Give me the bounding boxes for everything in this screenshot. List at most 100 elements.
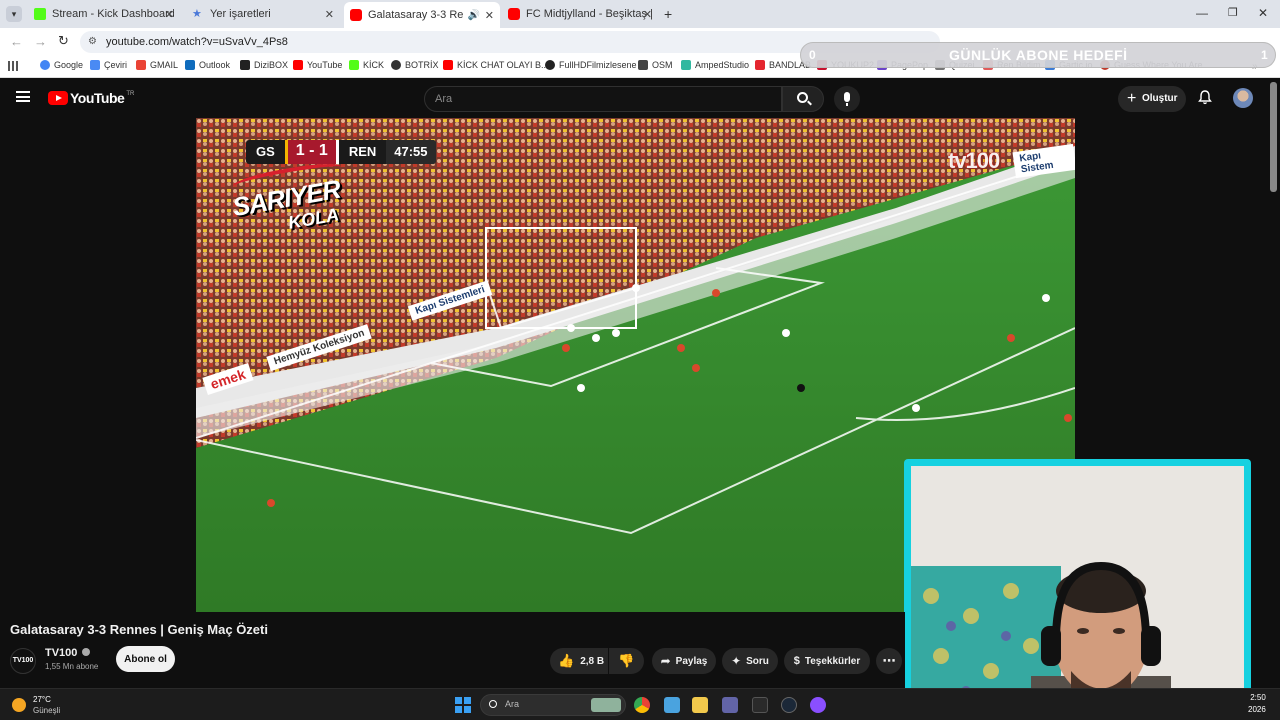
taskbar-search[interactable]: Ara [480,694,626,716]
youtube-icon [443,60,453,70]
thanks-button[interactable]: $ Teşekkürler [784,648,870,674]
site-info-icon[interactable]: ⚙ [88,31,97,53]
star-icon: ★ [192,8,202,20]
youtube-logo[interactable]: YouTube TR [48,90,134,106]
subscriber-goal-overlay: 0 GÜNLÜK ABONE HEDEFİ 1 [800,42,1276,68]
thanks-icon: $ [793,655,800,667]
amped-icon [681,60,691,70]
tab-kick-dashboard[interactable]: Stream - Kick Dashboard ✕ [28,3,180,25]
streamer-image [911,466,1244,710]
kick-icon [34,8,46,20]
scoreboard-home: GS [256,144,275,159]
create-button[interactable]: + Oluştur [1118,86,1186,112]
menu-icon[interactable] [16,91,30,102]
voice-search-button[interactable] [834,86,860,112]
video-info-section: Galatasaray 3-3 Rennes | Geniş Maç Özeti… [0,612,905,688]
bookmark-dizibox[interactable]: DiziBOX [240,60,288,70]
channel-name[interactable]: TV100 [45,647,91,659]
sparkle-icon: ✦ [731,654,742,668]
search-icon [489,700,497,708]
film-icon [545,60,555,70]
bookmark-google[interactable]: Google [40,60,83,70]
file-explorer-icon[interactable] [692,697,708,713]
speaker-icon[interactable]: 🔊 [468,10,480,21]
tab-bookmarks[interactable]: ★ Yer işaretleri ✕ [186,3,340,25]
tab-list-dropdown[interactable]: ▾ [6,6,22,22]
gmail-icon [136,60,146,70]
outlook-icon [185,60,195,70]
bookmark-ampedstudio[interactable]: AmpedStudio [681,60,749,70]
bookmark-gmail[interactable]: GMAIL [136,60,178,70]
translate-icon [90,60,100,70]
google-icon [40,60,50,70]
thumbs-down-icon: 👎 [618,653,635,668]
bookmark-fullhdfilm[interactable]: FullHDFilmizlesene [545,60,637,70]
kick-icon [349,60,359,70]
youtube-icon [508,8,520,20]
goal-current: 0 [809,48,816,62]
share-button[interactable]: ➦ Paylaş [652,648,716,674]
more-dots-icon: ⋯ [882,653,896,668]
search-input[interactable]: Ara [424,86,782,112]
epic-games-icon[interactable] [752,697,768,713]
chrome-icon[interactable] [634,697,650,713]
like-button[interactable]: 👍 2,8 B [550,648,608,674]
forward-icon[interactable]: → [34,34,47,49]
minimize-button[interactable]: — [1196,6,1208,20]
bookmark-kick-chat[interactable]: KİCK CHAT OLAYI B... [443,60,549,70]
youtube-icon [293,60,303,70]
start-button[interactable] [455,697,471,713]
more-actions-button[interactable]: ⋯ [876,648,902,674]
bookmark-kick[interactable]: KİCK [349,60,384,70]
botrix-icon [391,60,401,70]
clock[interactable]: 2:50 2026 [1248,693,1266,714]
close-tab-icon[interactable]: ✕ [643,8,652,21]
messenger-icon[interactable] [810,697,826,713]
share-icon: ➦ [660,654,671,668]
back-icon[interactable]: ← [10,34,23,49]
dislike-button[interactable]: 👎 [609,648,644,674]
search-button[interactable] [782,86,824,112]
steam-icon[interactable] [781,697,797,713]
bookmark-osm[interactable]: OSM [638,60,673,70]
notifications-bell-icon[interactable] [1198,90,1212,105]
goal-target: 1 [1261,48,1268,62]
video-title: Galatasaray 3-3 Rennes | Geniş Maç Özeti [10,622,268,637]
tab-galatasaray-video[interactable]: Galatasaray 3-3 Rennes | Ge 🔊 ✕ [344,2,500,28]
youtube-play-icon [48,91,68,105]
reload-icon[interactable]: ↻ [58,33,69,49]
goal-title: GÜNLÜK ABONE HEDEFİ [949,47,1128,63]
youtube-icon [350,9,362,21]
scrollbar[interactable] [1270,82,1277,192]
close-tab-icon[interactable]: ✕ [485,9,494,22]
close-tab-icon[interactable]: ✕ [165,8,174,21]
dizibox-icon [240,60,250,70]
browser-tab-bar: ▾ Stream - Kick Dashboard ✕ ★ Yer işaret… [0,0,1280,28]
bookmark-outlook[interactable]: Outlook [185,60,230,70]
apps-grid-icon[interactable] [8,61,18,71]
avatar[interactable] [1233,88,1253,108]
subscribe-button[interactable]: Abone ol [116,646,175,672]
youtube-header: YouTube TR Ara + Oluştur [0,78,1280,118]
search-highlight-icon [591,698,621,712]
photos-icon[interactable] [664,697,680,713]
teams-icon[interactable] [722,697,738,713]
webcam-feed [911,466,1244,710]
microphone-icon [844,92,850,102]
bandlab-icon [755,60,765,70]
bookmark-youtube[interactable]: YouTube [293,60,342,70]
windows-taskbar: 27°C Güneşli Ara 2:50 2026 [0,688,1280,720]
subscriber-count: 1,55 Mn abone [45,662,99,671]
bookmark-botrix[interactable]: BOTRİX [391,60,439,70]
ask-button[interactable]: ✦ Soru [722,648,778,674]
tv100-logo: tv100 [948,148,1000,173]
bookmark-ceviri[interactable]: Çeviri [90,60,127,70]
new-tab-button[interactable]: + [664,6,672,22]
sun-icon [12,698,26,712]
channel-avatar[interactable]: TV100 [10,648,36,674]
plus-icon: + [1127,90,1137,107]
close-window-button[interactable]: ✕ [1258,6,1268,20]
maximize-button[interactable]: ❐ [1228,6,1238,19]
tab-midtjylland-besiktas[interactable]: FC Midtjylland - Beşiktaş | UEFA ✕ [502,3,658,25]
close-tab-icon[interactable]: ✕ [325,8,334,21]
